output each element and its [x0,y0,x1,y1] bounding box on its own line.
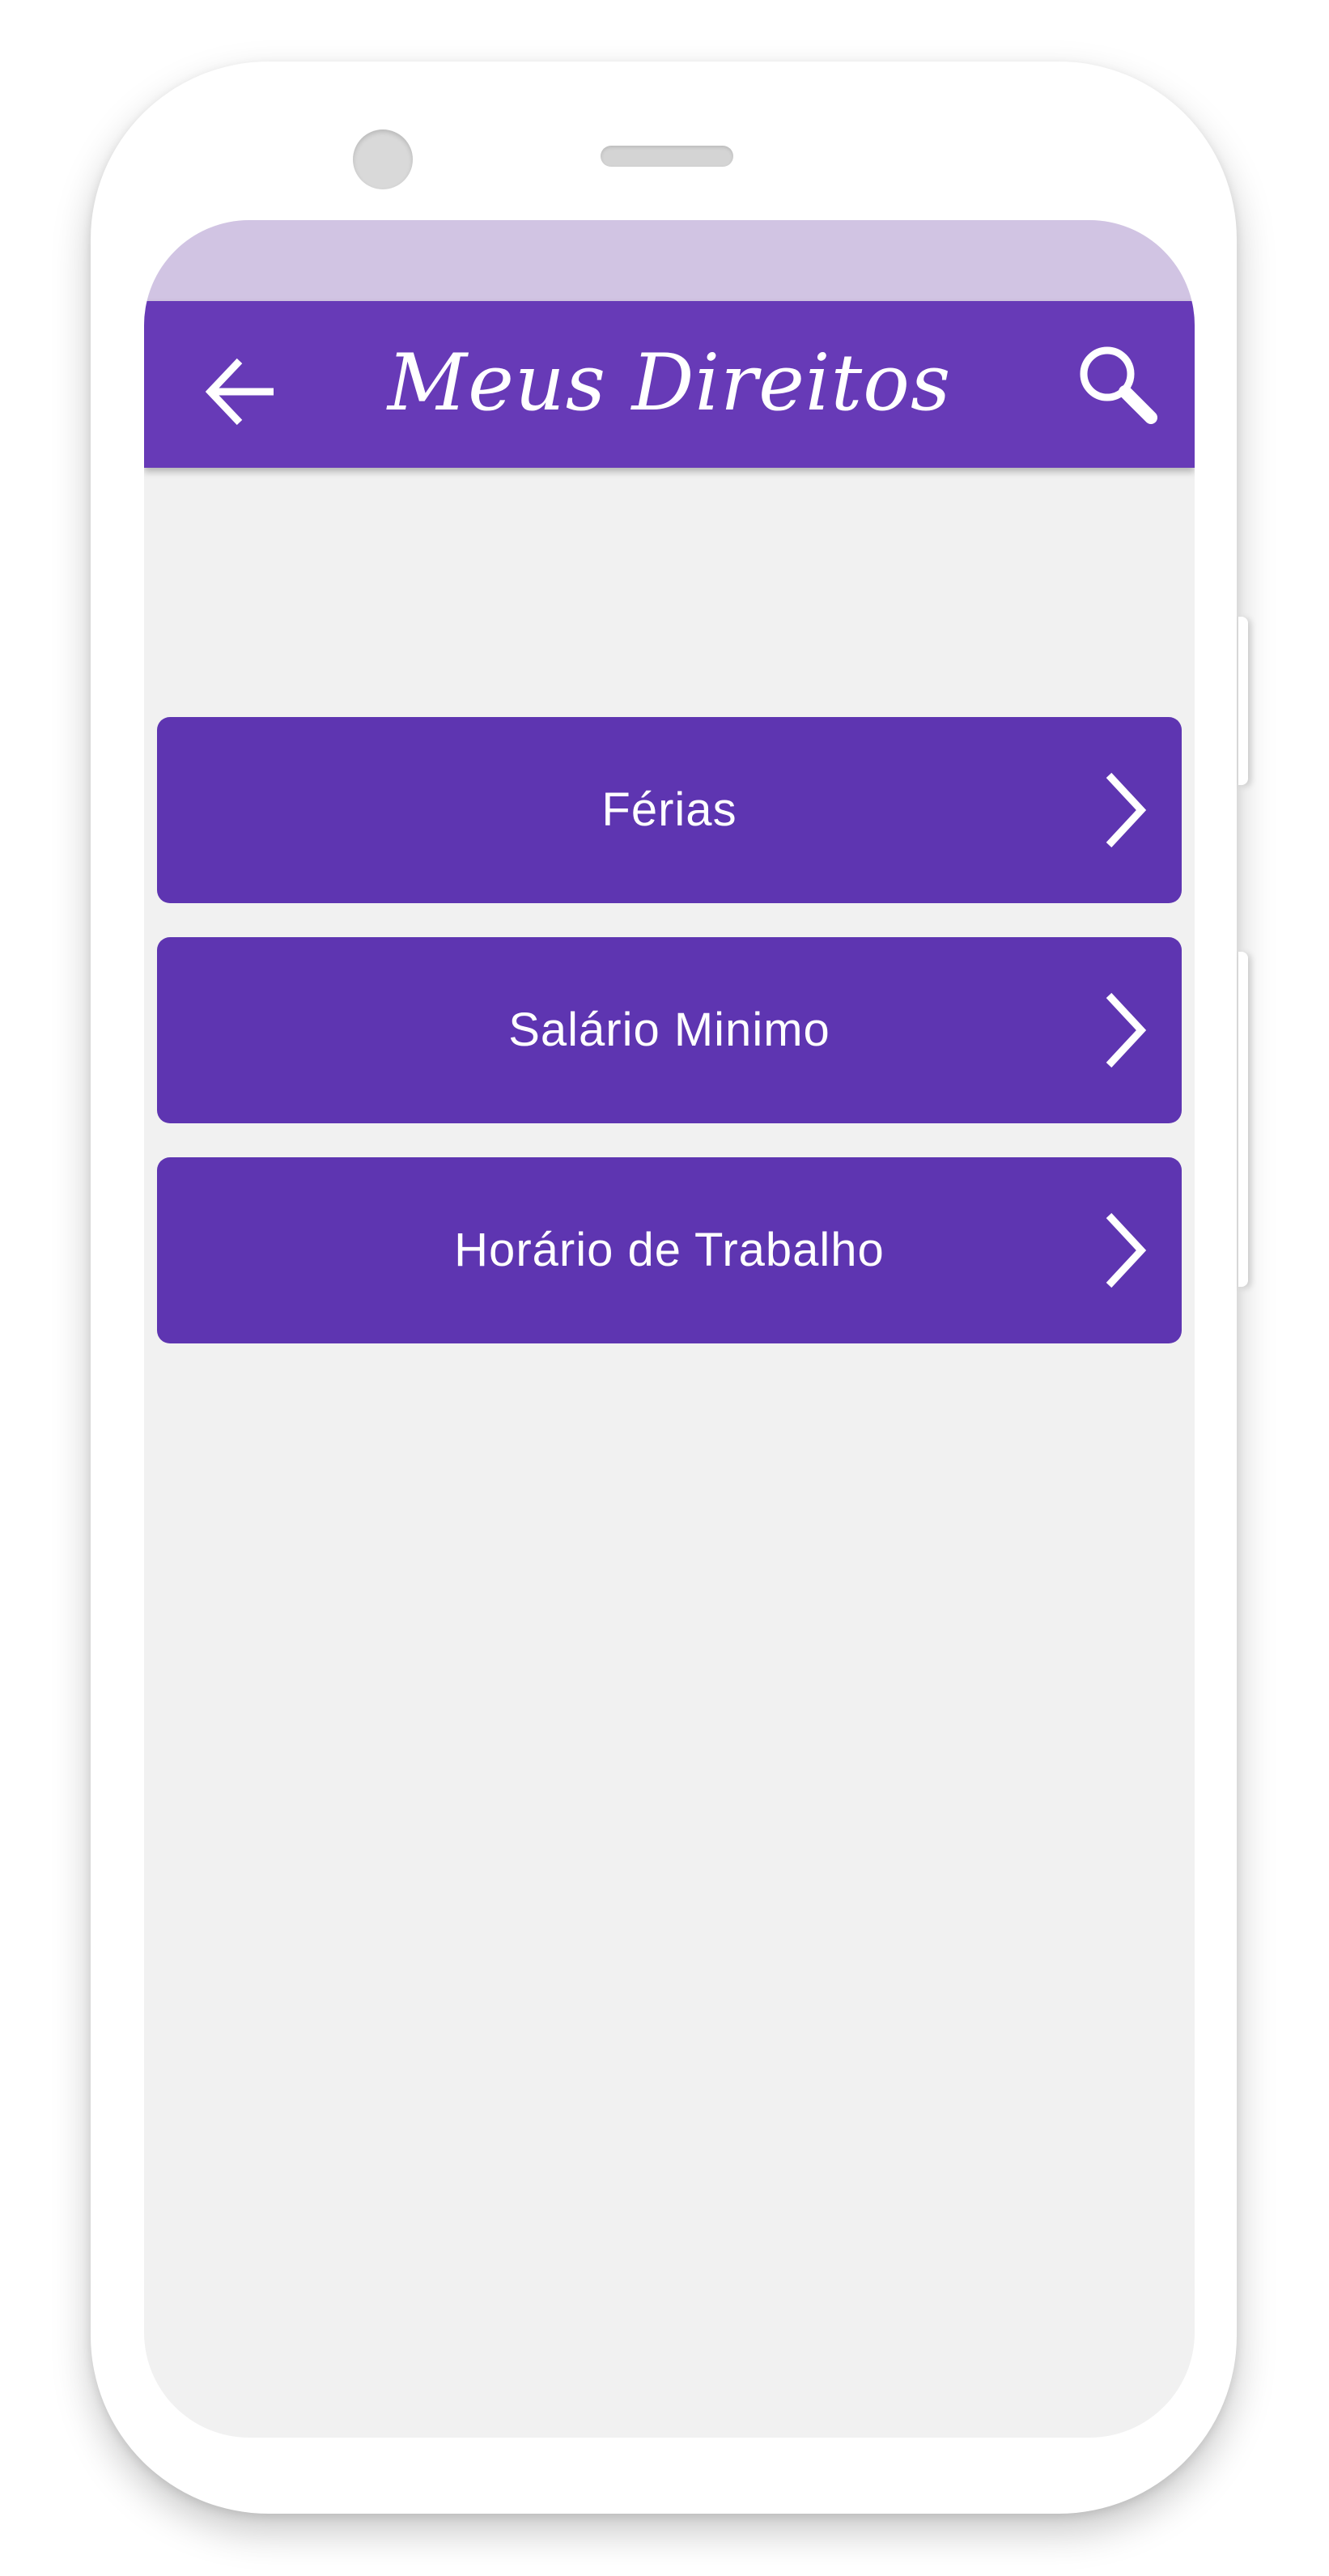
phone-side-button-volume [1238,952,1248,1287]
menu-item-label: Horário de Trabalho [454,1224,885,1276]
earpiece-speaker [601,146,733,167]
menu-item-salario-minimo[interactable]: Salário Minimo [157,937,1182,1123]
front-camera [353,129,413,189]
menu-item-label: Salário Minimo [508,1004,830,1056]
app-screen: Meus Direitos Férias Salário Minimo Horá… [144,220,1195,2438]
page-title: Meus Direitos [387,337,952,428]
chevron-right-icon [1101,1211,1149,1290]
menu-item-horario-de-trabalho[interactable]: Horário de Trabalho [157,1157,1182,1343]
phone-side-button-power [1238,617,1248,785]
chevron-right-icon [1101,991,1149,1070]
chevron-right-icon [1101,770,1149,850]
status-bar [144,220,1195,301]
app-bar: Meus Direitos [144,301,1195,468]
search-icon[interactable] [1075,342,1159,426]
menu-item-label: Férias [601,783,737,836]
arrow-left-icon[interactable] [202,353,280,431]
rights-menu-list: Férias Salário Minimo Horário de Trabalh… [157,717,1182,1377]
menu-item-ferias[interactable]: Férias [157,717,1182,903]
